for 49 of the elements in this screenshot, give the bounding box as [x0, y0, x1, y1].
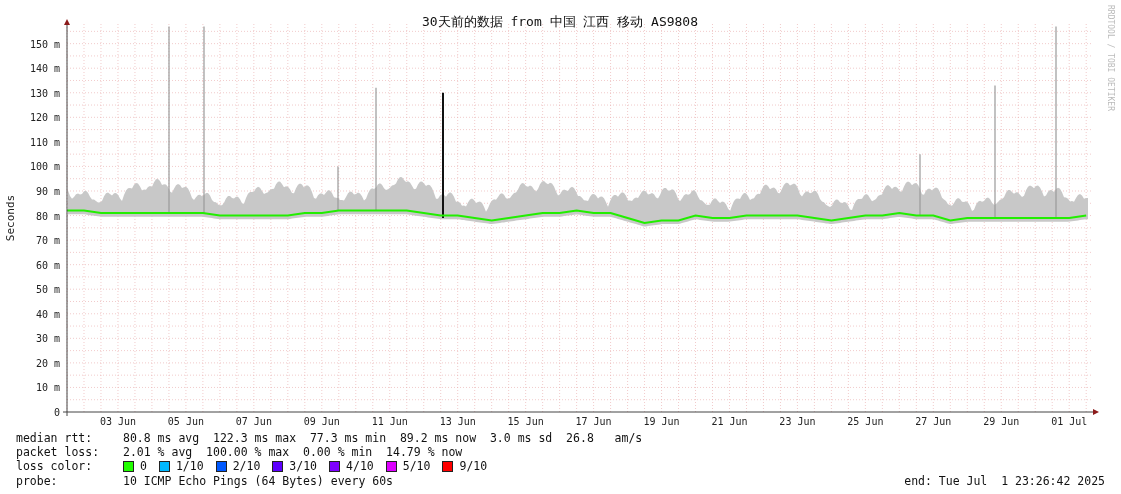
y-tick-label: 90 m	[35, 186, 60, 197]
legend-label: packet loss:	[16, 445, 101, 460]
x-tick-label: 21 Jun	[711, 416, 748, 427]
y-tick-label: 50 m	[35, 284, 60, 296]
y-tick-label: 100 m	[29, 161, 60, 173]
x-tick-label: 13 Jun	[439, 416, 476, 427]
x-tick-label: 01 Jul	[1051, 416, 1088, 427]
loss-color-label: 2/10	[232, 459, 261, 474]
y-tick-label: 30 m	[35, 333, 60, 345]
chart-title: 30天前的数据 from 中国 江西 移动 AS9808	[421, 14, 699, 29]
y-tick-label: 80 m	[35, 210, 60, 222]
y-tick-label: 110 m	[29, 136, 60, 148]
loss-color-label: 9/10	[459, 459, 488, 474]
loss-color-label: 3/10	[289, 459, 318, 474]
x-tick-label: 03 Jun	[99, 416, 136, 427]
y-axis-label: Seconds	[4, 194, 17, 242]
y-tick-label: 60 m	[35, 259, 60, 271]
end-time: end: Tue Jul 1 23:26:42 2025	[904, 473, 1105, 488]
x-tick-label: 19 Jun	[643, 416, 680, 427]
loss-color-label: 5/10	[402, 459, 431, 474]
y-tick-label: 70 m	[35, 235, 60, 247]
legend-label: median rtt:	[16, 431, 94, 446]
y-tick-label: 140 m	[29, 63, 60, 75]
legend-label: probe:	[16, 473, 59, 488]
legend-label: loss color:	[16, 459, 94, 474]
median-rtt-stats: 80.8 ms avg 122.3 ms max 77.3 ms min 89.2 ms now 3.0 ms sd 26.8 am/s	[123, 431, 643, 446]
x-tick-label: 29 Jun	[983, 416, 1020, 427]
x-tick-label: 07 Jun	[235, 416, 272, 427]
x-tick-label: 11 Jun	[371, 416, 408, 427]
y-tick-label: 10 m	[35, 382, 60, 394]
x-tick-label: 17 Jun	[575, 416, 612, 427]
y-tick-label: 150 m	[29, 38, 60, 50]
y-tick-label: 130 m	[29, 87, 60, 99]
loss-color-label: 4/10	[346, 459, 374, 474]
watermark-text: RRDTOOL / TOBI OETIKER	[1106, 5, 1115, 111]
y-tick-label: 120 m	[29, 112, 60, 124]
x-tick-label: 09 Jun	[303, 416, 340, 427]
loss-color-label: 0	[140, 459, 147, 474]
x-tick-label: 27 Jun	[915, 416, 952, 427]
y-tick-label: 20 m	[35, 357, 60, 369]
x-tick-label: 25 Jun	[847, 416, 884, 427]
y-tick-label: 40 m	[35, 308, 60, 320]
x-tick-label: 23 Jun	[779, 416, 816, 427]
packet-loss-stats: 2.01 % avg 100.00 % max 0.00 % min 14.79 % now	[123, 445, 463, 460]
x-tick-label: 15 Jun	[507, 416, 544, 427]
x-tick-label: 05 Jun	[167, 416, 204, 427]
y-tick-label: 0	[53, 407, 60, 418]
loss-color-label: 1/10	[175, 459, 204, 474]
probe-description: 10 ICMP Echo Pings (64 Bytes) every 60s	[123, 473, 394, 488]
